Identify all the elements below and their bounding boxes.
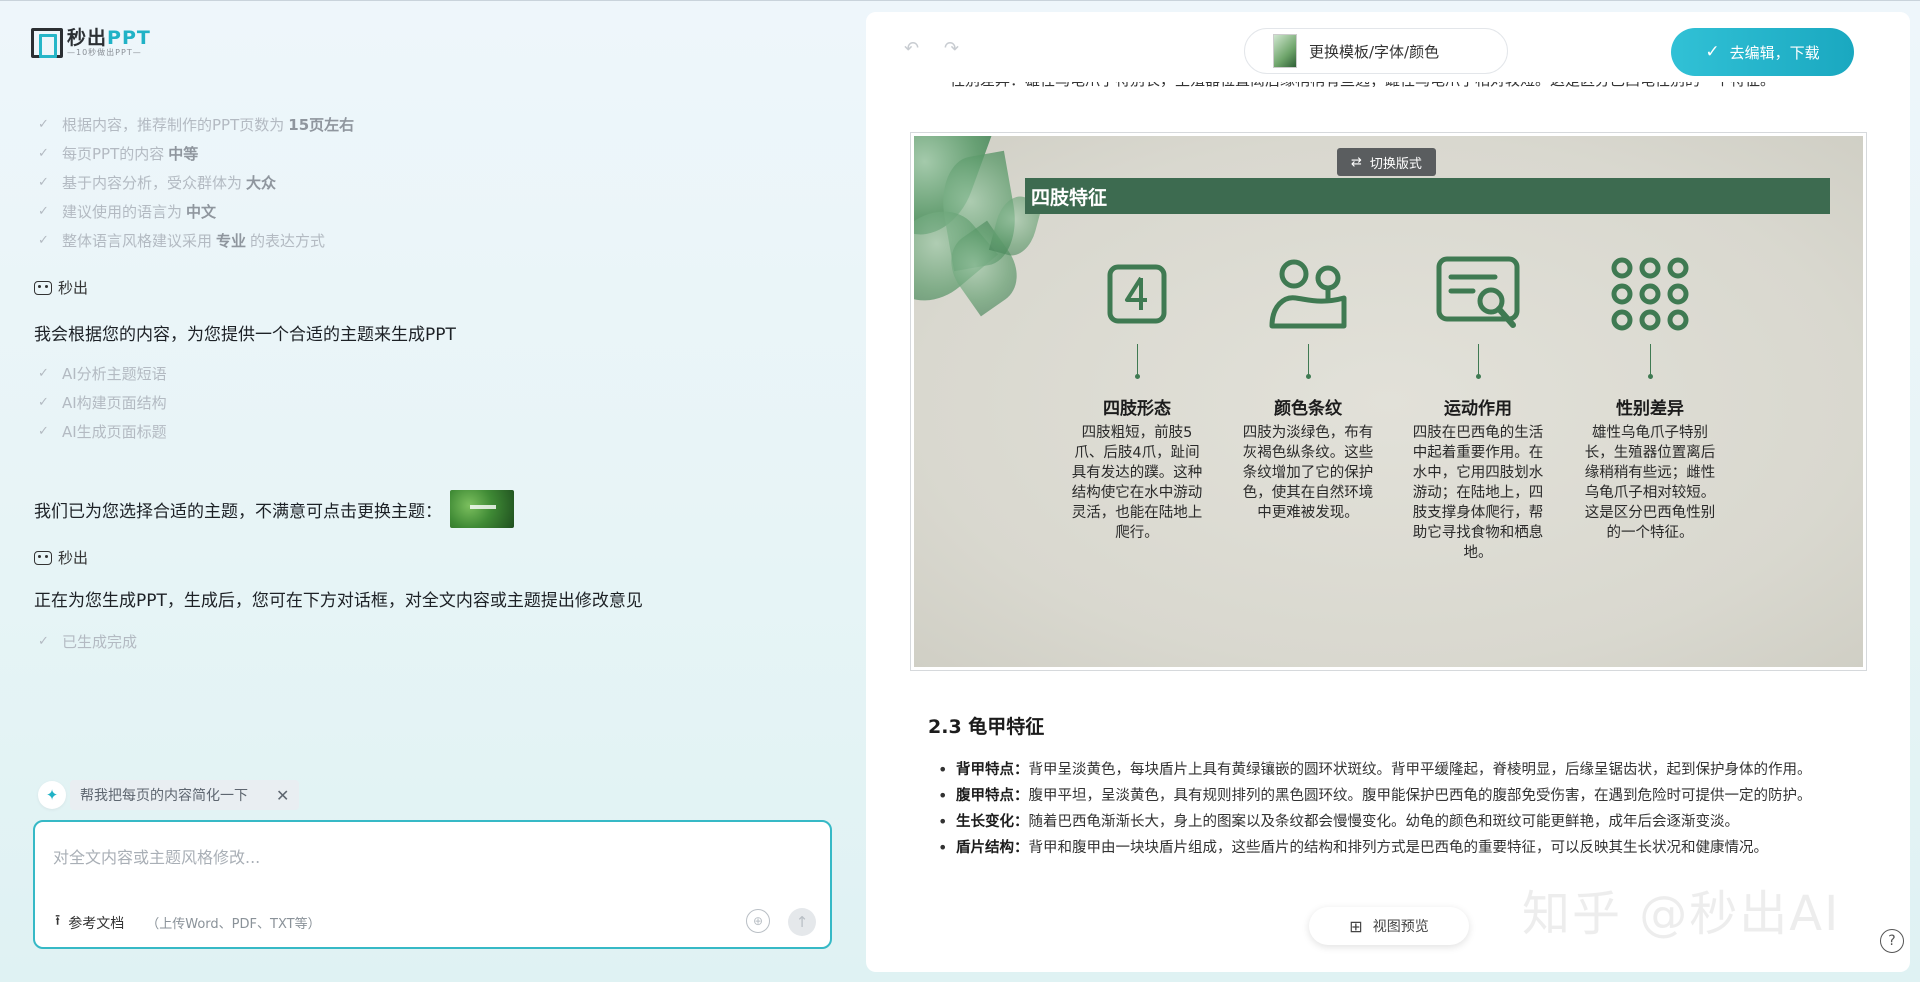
check-icon: ✓	[1705, 42, 1720, 62]
feature-column: 颜色条纹 四肢为淡绿色，布有灰褐色纵条纹。这些条纹增加了它的保护色，使其在自然环…	[1238, 244, 1378, 523]
feature-column: 性别差异 雄性乌龟爪子特别长，生殖器位置离后缘稍稍有些远；雌性乌龟爪子相对较短。…	[1580, 244, 1720, 543]
assistant-message: 我们已为您选择合适的主题，不满意可点击更换主题：	[34, 490, 514, 528]
undo-icon[interactable]: ↶	[904, 38, 919, 59]
feature-column: 四肢形态 四肢粗短，前肢5爪、后肢4爪，趾间具有发达的蹼。这种结构使它在水中游动…	[1067, 244, 1207, 543]
document-search-icon	[1428, 244, 1528, 344]
bot-label: 秒出	[34, 547, 88, 568]
slide-title: 四肢特征	[1025, 178, 1830, 214]
feature-column: 运动作用 四肢在巴西龟的生活中起着重要作用。在水中，它用四肢划水游动；在陆地上，…	[1408, 244, 1548, 563]
checklist-item: ✓ 根据内容，推荐制作的PPT页数为 15页左右	[38, 116, 355, 134]
checklist-item: ✓ 已生成完成	[38, 633, 138, 651]
suggestion-chip[interactable]: 帮我把每页的内容简化一下 ✕	[70, 780, 300, 810]
number-four-icon	[1087, 244, 1187, 344]
upload-hint: （上传Word、PDF、TXT等）	[146, 917, 321, 932]
composer-input[interactable]: 对全文内容或主题风格修改...	[53, 844, 260, 868]
robot-icon	[34, 550, 52, 565]
checklist-item: ✓ 整体语言风格建议采用 专业 的表达方式	[38, 232, 326, 250]
assistant-message: 我会根据您的内容，为您提供一个合适的主题来生成PPT	[34, 325, 456, 345]
view-preview-button[interactable]: ⊞ 视图预览	[1309, 907, 1469, 945]
suggestion-row: ✦ 帮我把每页的内容简化一下 ✕	[38, 780, 300, 810]
document-panel: ↶ ↷ 更换模板/字体/颜色 ✓ 去编辑，下载 性别差异：雄性乌龟爪子特别长，生…	[866, 12, 1910, 972]
message-composer[interactable]: 对全文内容或主题风格修改... ⭱ 参考文档 （上传Word、PDF、TXT等）…	[33, 820, 832, 949]
check-icon: ✓	[38, 146, 49, 161]
step-list: ✓ AI分析主题短语 ✓ AI构建页面结构 ✓ AI生成页面标题	[38, 359, 167, 446]
logo-accent-text: PPT	[107, 27, 151, 49]
template-thumbnail	[1273, 34, 1297, 68]
app-logo[interactable]: 秒出PPT —10秒做出PPT—	[31, 28, 151, 58]
analysis-list: ✓ 根据内容，推荐制作的PPT页数为 15页左右 ✓ 每页PPT的内容 中等 ✓ 基于内容分析…	[38, 110, 358, 255]
web-search-icon[interactable]: ⊕	[746, 909, 770, 933]
upload-icon: ⭱	[55, 911, 61, 929]
bullet-item: 生长变化：随着巴西龟渐渐长大，身上的图案以及条纹都会慢慢变化。幼龟的颜色和斑纹可…	[936, 809, 1881, 835]
robot-icon	[34, 280, 52, 295]
slide-canvas: ⇄ 切换版式 四肢特征 四肢形态 四肢粗短，前肢5爪、后肢4爪，趾间具有发达的蹼…	[914, 136, 1863, 667]
upload-document-button[interactable]: ⭱ 参考文档 （上传Word、PDF、TXT等）	[55, 910, 321, 935]
check-icon: ✓	[38, 424, 49, 439]
check-icon: ✓	[38, 395, 49, 410]
checklist-item: ✓ AI分析主题短语	[38, 365, 167, 383]
dots-grid-icon	[1600, 244, 1700, 344]
help-icon[interactable]: ?	[1880, 929, 1904, 953]
grid-icon: ⊞	[1349, 916, 1363, 936]
done-list: ✓ 已生成完成	[38, 627, 137, 656]
switch-layout-button[interactable]: ⇄ 切换版式	[1337, 148, 1436, 176]
check-icon: ✓	[38, 634, 49, 649]
logo-main-text: 秒出	[67, 27, 108, 49]
send-button[interactable]: ↑	[788, 908, 816, 936]
person-tree-icon	[1258, 244, 1358, 344]
theme-thumbnail[interactable]	[450, 490, 514, 528]
editor-toolbar: ↶ ↷ 更换模板/字体/颜色 ✓ 去编辑，下载	[866, 12, 1910, 82]
slide-preview[interactable]: ⇄ 切换版式 四肢特征 四肢形态 四肢粗短，前肢5爪、后肢4爪，趾间具有发达的蹼…	[910, 132, 1867, 671]
assistant-message: 正在为您生成PPT，生成后，您可在下方对话框，对全文内容或主题提出修改意见	[34, 591, 643, 611]
swap-icon: ⇄	[1351, 154, 1362, 170]
check-icon: ✓	[38, 366, 49, 381]
check-icon: ✓	[38, 175, 49, 190]
watermark: 知乎 @秒出AI	[1522, 886, 1841, 942]
section-heading: 2.3 龟甲特征	[928, 716, 1045, 738]
check-icon: ✓	[38, 204, 49, 219]
bullet-item: 腹甲特点：腹甲平坦，呈淡黄色，具有规则排列的黑色圆环纹。腹甲能保护巴西龟的腹部免…	[936, 783, 1881, 809]
sparkle-icon: ✦	[38, 781, 66, 809]
bullet-item: 盾片结构：背甲和腹甲由一块块盾片组成，这些盾片的结构和排列方式是巴西龟的重要特征…	[936, 835, 1881, 861]
logo-mark-icon	[31, 28, 63, 58]
checklist-item: ✓ 基于内容分析，受众群体为 大众	[38, 174, 277, 192]
change-template-button[interactable]: 更换模板/字体/颜色	[1244, 28, 1508, 74]
check-icon: ✓	[38, 117, 49, 132]
bot-label: 秒出	[34, 277, 88, 298]
close-icon[interactable]: ✕	[276, 786, 289, 805]
chat-panel: 秒出PPT —10秒做出PPT— ✓ 根据内容，推荐制作的PPT页数为 15页左右 ✓…	[0, 0, 860, 982]
logo-tagline: —10秒做出PPT—	[67, 48, 142, 57]
check-icon: ✓	[38, 233, 49, 248]
bullet-item: 背甲特点：背甲呈淡黄色，每块盾片上具有黄绿镶嵌的圆环状斑纹。背甲平缓隆起，脊棱明…	[936, 757, 1881, 783]
checklist-item: ✓ 每页PPT的内容 中等	[38, 145, 199, 163]
checklist-item: ✓ 建议使用的语言为 中文	[38, 203, 217, 221]
checklist-item: ✓ AI生成页面标题	[38, 423, 167, 441]
edit-download-button[interactable]: ✓ 去编辑，下载	[1671, 28, 1854, 76]
bullet-list: 背甲特点：背甲呈淡黄色，每块盾片上具有黄绿镶嵌的圆环状斑纹。背甲平缓隆起，脊棱明…	[936, 757, 1881, 861]
checklist-item: ✓ AI构建页面结构	[38, 394, 167, 412]
redo-icon[interactable]: ↷	[944, 38, 959, 59]
